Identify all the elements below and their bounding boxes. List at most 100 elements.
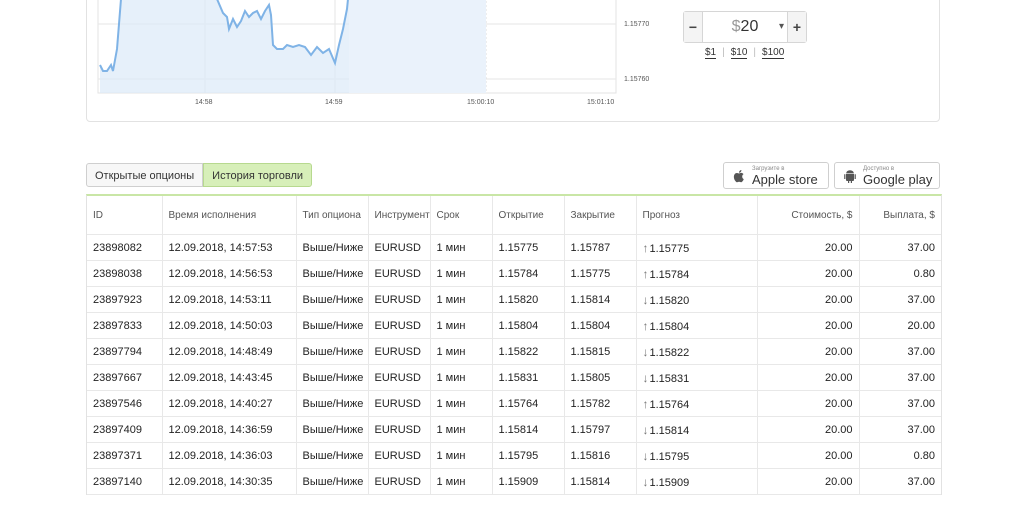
cell-open: 1.15822 xyxy=(492,338,565,365)
cell-term: 1 мин xyxy=(430,468,493,495)
cell-open: 1.15775 xyxy=(492,234,565,261)
direction-arrow-icon: ↓ xyxy=(642,422,649,437)
direction-arrow-icon: ↑ xyxy=(642,266,649,281)
cell-payout: 37.00 xyxy=(859,286,941,313)
cell-instrument: EURUSD xyxy=(368,390,431,417)
table-row[interactable]: 23897667 12.09.2018, 14:43:45 Выше/Ниже … xyxy=(87,364,941,391)
amount-presets: $1 | $10 | $100 xyxy=(705,47,785,59)
cell-open: 1.15804 xyxy=(492,312,565,339)
table-row[interactable]: 23898038 12.09.2018, 14:56:53 Выше/Ниже … xyxy=(87,260,941,287)
chevron-down-icon[interactable]: ▾ xyxy=(779,12,784,42)
cell-time: 12.09.2018, 14:30:35 xyxy=(162,468,297,495)
cell-forecast: ↓1.15831 xyxy=(636,364,758,391)
table-row[interactable]: 23897794 12.09.2018, 14:48:49 Выше/Ниже … xyxy=(87,338,941,365)
x-tick-4: 15:01:10 xyxy=(587,99,614,106)
cell-type: Выше/Ниже xyxy=(296,390,369,417)
forecast-value: 1.15909 xyxy=(649,476,690,489)
table-row[interactable]: 23898082 12.09.2018, 14:57:53 Выше/Ниже … xyxy=(87,234,941,261)
cell-time: 12.09.2018, 14:48:49 xyxy=(162,338,297,365)
col-header-term[interactable]: Срок xyxy=(430,196,493,235)
table-header-row: ID Время исполнения Тип опциона Инструме… xyxy=(87,196,941,235)
cell-term: 1 мин xyxy=(430,416,493,443)
table-row[interactable]: 23897409 12.09.2018, 14:36:59 Выше/Ниже … xyxy=(87,416,941,443)
cell-term: 1 мин xyxy=(430,312,493,339)
cell-cost: 20.00 xyxy=(757,390,860,417)
col-header-time[interactable]: Время исполнения xyxy=(162,196,297,235)
col-header-close[interactable]: Закрытие xyxy=(564,196,637,235)
cell-payout: 20.00 xyxy=(859,312,941,339)
cell-open: 1.15831 xyxy=(492,364,565,391)
cell-instrument: EURUSD xyxy=(368,442,431,469)
cell-id: 23897140 xyxy=(87,468,163,495)
cell-type: Выше/Ниже xyxy=(296,468,369,495)
direction-arrow-icon: ↓ xyxy=(642,292,649,307)
amount-decrease-button[interactable]: − xyxy=(684,12,703,42)
cell-forecast: ↑1.15764 xyxy=(636,390,758,417)
cell-type: Выше/Ниже xyxy=(296,260,369,287)
direction-arrow-icon: ↓ xyxy=(642,448,649,463)
trade-history-table-wrap: ID Время исполнения Тип опциона Инструме… xyxy=(86,194,942,495)
amount-input[interactable]: $20 xyxy=(704,12,786,42)
preset-1[interactable]: $1 xyxy=(705,47,717,59)
cell-cost: 20.00 xyxy=(757,468,860,495)
direction-arrow-icon: ↑ xyxy=(642,396,649,411)
cell-id: 23897409 xyxy=(87,416,163,443)
table-row[interactable]: 23897371 12.09.2018, 14:36:03 Выше/Ниже … xyxy=(87,442,941,469)
cell-instrument: EURUSD xyxy=(368,338,431,365)
cell-cost: 20.00 xyxy=(757,260,860,287)
col-header-instrument[interactable]: Инструмент xyxy=(368,196,431,235)
cell-cost: 20.00 xyxy=(757,312,860,339)
forecast-value: 1.15820 xyxy=(649,294,690,307)
cell-forecast: ↓1.15909 xyxy=(636,468,758,495)
cell-time: 12.09.2018, 14:56:53 xyxy=(162,260,297,287)
cell-id: 23898038 xyxy=(87,260,163,287)
cell-time: 12.09.2018, 14:57:53 xyxy=(162,234,297,261)
cell-close: 1.15782 xyxy=(564,390,637,417)
cell-instrument: EURUSD xyxy=(368,312,431,339)
tab-trade-history[interactable]: История торговли xyxy=(203,163,313,187)
preset-100[interactable]: $100 xyxy=(762,47,785,59)
table-row[interactable]: 23897833 12.09.2018, 14:50:03 Выше/Ниже … xyxy=(87,312,941,339)
cell-time: 12.09.2018, 14:50:03 xyxy=(162,312,297,339)
cell-term: 1 мин xyxy=(430,442,493,469)
cell-close: 1.15775 xyxy=(564,260,637,287)
forecast-value: 1.15795 xyxy=(649,450,690,463)
table-row[interactable]: 23897923 12.09.2018, 14:53:11 Выше/Ниже … xyxy=(87,286,941,313)
cell-type: Выше/Ниже xyxy=(296,312,369,339)
preset-10[interactable]: $10 xyxy=(730,47,748,59)
cell-term: 1 мин xyxy=(430,338,493,365)
table-body: 23898082 12.09.2018, 14:57:53 Выше/Ниже … xyxy=(87,234,941,495)
cell-payout: 37.00 xyxy=(859,390,941,417)
cell-type: Выше/Ниже xyxy=(296,286,369,313)
forecast-value: 1.15784 xyxy=(649,268,690,281)
table-row[interactable]: 23897546 12.09.2018, 14:40:27 Выше/Ниже … xyxy=(87,390,941,417)
cell-id: 23897546 xyxy=(87,390,163,417)
cell-close: 1.15815 xyxy=(564,338,637,365)
tab-open-options[interactable]: Открытые опционы xyxy=(86,163,204,187)
col-header-payout[interactable]: Выплата, $ xyxy=(859,196,941,235)
cell-type: Выше/Ниже xyxy=(296,338,369,365)
cell-close: 1.15814 xyxy=(564,468,637,495)
col-header-forecast[interactable]: Прогноз xyxy=(636,196,758,235)
cell-type: Выше/Ниже xyxy=(296,416,369,443)
forecast-value: 1.15764 xyxy=(649,398,690,411)
col-header-cost[interactable]: Стоимость, $ xyxy=(757,196,860,235)
cell-forecast: ↓1.15795 xyxy=(636,442,758,469)
forecast-value: 1.15831 xyxy=(649,372,690,385)
col-header-open[interactable]: Открытие xyxy=(492,196,565,235)
direction-arrow-icon: ↓ xyxy=(642,474,649,489)
cell-id: 23897794 xyxy=(87,338,163,365)
col-header-id[interactable]: ID xyxy=(87,196,163,235)
x-tick-3: 15:00:10 xyxy=(467,99,494,106)
cell-type: Выше/Ниже xyxy=(296,234,369,261)
currency-symbol: $ xyxy=(731,18,741,35)
cell-term: 1 мин xyxy=(430,390,493,417)
cell-cost: 20.00 xyxy=(757,416,860,443)
google-play-button[interactable]: Доступно в Google play xyxy=(834,162,940,189)
apple-store-button[interactable]: Загрузите в Apple store xyxy=(723,162,829,189)
amount-increase-button[interactable]: + xyxy=(787,12,806,42)
table-row[interactable]: 23897140 12.09.2018, 14:30:35 Выше/Ниже … xyxy=(87,468,941,495)
cell-payout: 37.00 xyxy=(859,364,941,391)
apple-store-label: Apple store xyxy=(752,172,818,187)
col-header-type[interactable]: Тип опциона xyxy=(296,196,369,235)
